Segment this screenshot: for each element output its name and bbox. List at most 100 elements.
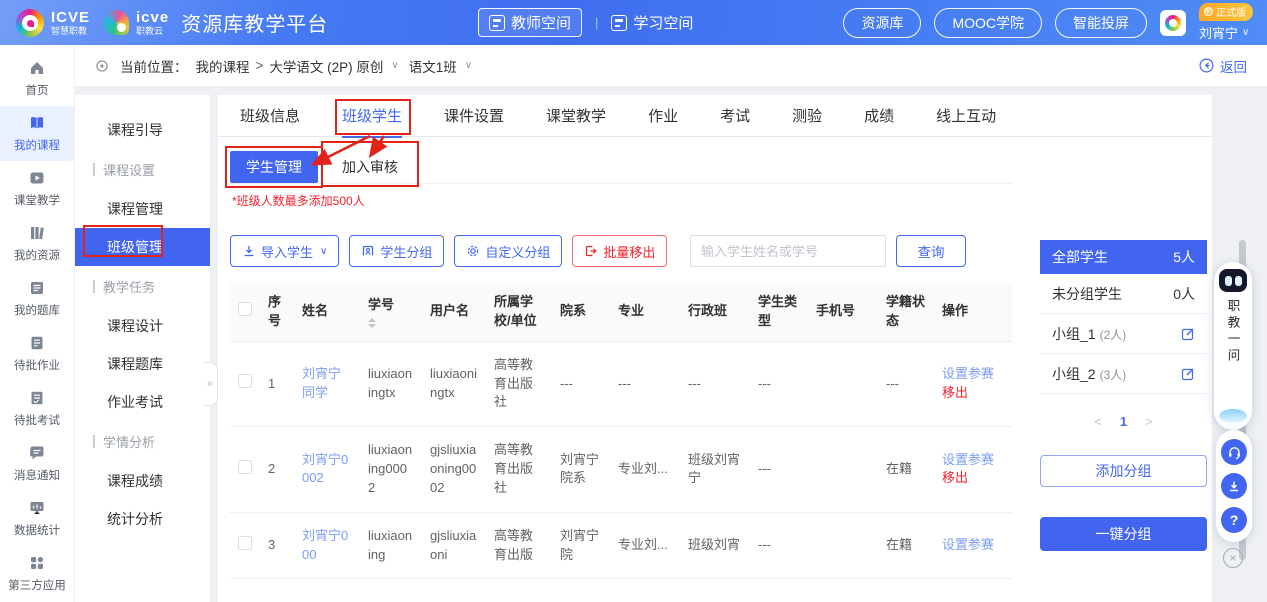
tab-quiz[interactable]: 测验 — [792, 95, 822, 137]
apps-grid-icon — [28, 554, 46, 572]
subtab-student-management[interactable]: 学生管理 — [230, 151, 318, 183]
set-contest-link[interactable]: 设置参赛 — [942, 451, 1004, 470]
sidebar-item-my-question-bank[interactable]: 我的题库 — [0, 271, 74, 326]
header-nav: 教师空间 | 学习空间 — [478, 0, 693, 45]
sidebar-item-home[interactable]: 首页 — [0, 51, 74, 106]
icve-cloud-logo-icon — [104, 10, 129, 35]
prev-page-icon[interactable]: < — [1094, 414, 1102, 429]
tab-online-interaction[interactable]: 线上互动 — [936, 95, 996, 137]
next-page-icon[interactable]: > — [1145, 414, 1153, 429]
class-tabs: 班级信息 班级学生 课件设置 课堂教学 作业 考试 测验 成绩 线上互动 — [218, 95, 1212, 137]
menu-item-course-grades[interactable]: 课程成绩 — [75, 462, 210, 500]
row-checkbox[interactable] — [238, 536, 252, 550]
sidebar-item-my-resources[interactable]: 我的资源 — [0, 216, 74, 271]
students-table: 序号 姓名 学号 用户名 所属学校/单位 院系 专业 行政班 学生类型 手机号 … — [230, 283, 1012, 579]
menu-item-course-guide[interactable]: 课程引导 — [75, 111, 210, 149]
student-name-link[interactable]: 刘宵宁同学 — [294, 341, 360, 427]
question-bank-icon — [28, 279, 46, 297]
edit-group-icon[interactable] — [1181, 367, 1195, 381]
user-menu[interactable]: 正式版 刘宵宁 ∨ — [1199, 3, 1253, 42]
menu-item-class-management[interactable]: 班级管理 — [75, 228, 210, 266]
sidebar-item-pending-homework[interactable]: 待批作业 — [0, 326, 74, 381]
student-name-link[interactable]: 刘宵宁0002 — [294, 427, 360, 513]
table-row: 3 刘宵宁000 liuxiaoning gjsliuxiaoni 高等教育出版… — [230, 512, 1012, 579]
back-arrow-icon — [1199, 58, 1214, 73]
avatar[interactable] — [1160, 10, 1186, 36]
tab-courseware-settings[interactable]: 课件设置 — [444, 95, 504, 137]
exam-icon — [28, 389, 46, 407]
nav-learning-space[interactable]: 学习空间 — [611, 12, 693, 33]
set-contest-link[interactable]: 设置参赛 — [942, 536, 1004, 555]
assistant-label: 职教一问 — [1224, 299, 1243, 365]
avatar-logo-icon — [1165, 15, 1181, 31]
sidebar-item-message-notifications[interactable]: 消息通知 — [0, 436, 74, 491]
menu-item-statistical-analysis[interactable]: 统计分析 — [75, 500, 210, 538]
mooc-college-button[interactable]: MOOC学院 — [934, 8, 1042, 38]
col-student-type: 学生类型 — [750, 283, 808, 341]
group-count: (2人) — [1100, 328, 1127, 342]
menu-item-course-design[interactable]: 课程设计 — [75, 307, 210, 345]
import-students-button[interactable]: 导入学生 ∨ — [230, 235, 339, 267]
logo-primary-subtitle: 智慧职教 — [51, 27, 90, 36]
add-group-button[interactable]: 添加分组 — [1040, 455, 1207, 487]
smart-cast-button[interactable]: 智能投屏 — [1055, 8, 1147, 38]
sort-control[interactable] — [368, 318, 376, 328]
tab-class-info[interactable]: 班级信息 — [240, 95, 300, 137]
breadcrumb-my-courses[interactable]: 我的课程 — [196, 56, 250, 76]
tab-homework[interactable]: 作业 — [648, 95, 678, 137]
sidebar-collapse-handle[interactable]: « — [203, 362, 218, 406]
home-icon — [28, 59, 46, 77]
select-all-checkbox[interactable] — [238, 302, 252, 316]
nav-teacher-space[interactable]: 教师空间 — [478, 8, 582, 37]
chevron-down-icon: ∨ — [1242, 27, 1249, 38]
group-row[interactable]: 小组_2(3人) — [1040, 354, 1207, 394]
edit-group-icon[interactable] — [1181, 327, 1195, 341]
tab-class-students[interactable]: 班级学生 — [342, 95, 402, 137]
set-contest-link[interactable]: 设置参赛 — [942, 365, 1004, 384]
remove-student-link[interactable]: 移出 — [942, 384, 1004, 403]
student-grouping-button[interactable]: 学生分组 — [349, 235, 444, 267]
custom-grouping-button[interactable]: 自定义分组 — [454, 235, 562, 267]
menu-item-homework-exam[interactable]: 作业考试 — [75, 383, 210, 421]
ungrouped-students-row[interactable]: 未分组学生 0人 — [1040, 274, 1207, 314]
tab-exam[interactable]: 考试 — [720, 95, 750, 137]
sidebar-item-third-party-apps[interactable]: 第三方应用 — [0, 546, 74, 601]
tab-classroom-teaching[interactable]: 课堂教学 — [546, 95, 606, 137]
remove-student-link[interactable]: 移出 — [942, 469, 1004, 488]
sidebar-item-pending-exams[interactable]: 待批考试 — [0, 381, 74, 436]
back-button[interactable]: 返回 — [1199, 56, 1247, 76]
row-checkbox[interactable] — [238, 460, 252, 474]
breadcrumb-course-select[interactable]: 大学语文 (2P) 原创 — [269, 56, 383, 76]
course-dropdown-icon[interactable]: ∨ — [391, 60, 398, 71]
download-icon[interactable] — [1221, 473, 1247, 499]
menu-item-course-management[interactable]: 课程管理 — [75, 190, 210, 228]
batch-remove-button[interactable]: 批量移出 — [572, 235, 667, 267]
row-checkbox[interactable] — [238, 374, 252, 388]
left-sidebar: 首页 我的课程 课堂教学 我的资源 我的题库 待批作业 待批考试 消息通知 — [0, 45, 75, 602]
assistant-widget[interactable]: 职教一问 — [1214, 262, 1252, 430]
student-search-input[interactable] — [690, 235, 886, 267]
class-dropdown-icon[interactable]: ∨ — [465, 60, 472, 71]
subtab-join-audit[interactable]: 加入审核 — [326, 151, 414, 183]
tab-grades[interactable]: 成绩 — [864, 95, 894, 137]
help-icon[interactable]: ? — [1221, 507, 1247, 533]
nav-divider: | — [595, 15, 598, 30]
sidebar-item-classroom-teaching[interactable]: 课堂教学 — [0, 161, 74, 216]
sidebar-item-my-courses[interactable]: 我的课程 — [0, 106, 74, 161]
breadcrumb-class-select[interactable]: 语文1班 — [409, 56, 457, 76]
all-students-row[interactable]: 全部学生 5人 — [1040, 240, 1207, 274]
col-major: 专业 — [610, 283, 680, 341]
menu-item-course-question-bank[interactable]: 课程题库 — [75, 345, 210, 383]
close-float-icon[interactable]: × — [1223, 548, 1243, 568]
group-row[interactable]: 小组_1(2人) — [1040, 314, 1207, 354]
books-icon — [28, 224, 46, 242]
current-page[interactable]: 1 — [1120, 414, 1127, 429]
col-index: 序号 — [260, 283, 294, 341]
customer-service-icon[interactable] — [1221, 439, 1247, 465]
menu-section-teaching-tasks: 教学任务 — [75, 266, 210, 307]
sidebar-item-data-statistics[interactable]: 数据统计 — [0, 491, 74, 546]
auto-group-button[interactable]: 一键分组 — [1040, 517, 1207, 551]
student-name-link[interactable]: 刘宵宁000 — [294, 512, 360, 579]
search-button[interactable]: 查询 — [896, 235, 966, 267]
resource-library-button[interactable]: 资源库 — [843, 8, 921, 38]
